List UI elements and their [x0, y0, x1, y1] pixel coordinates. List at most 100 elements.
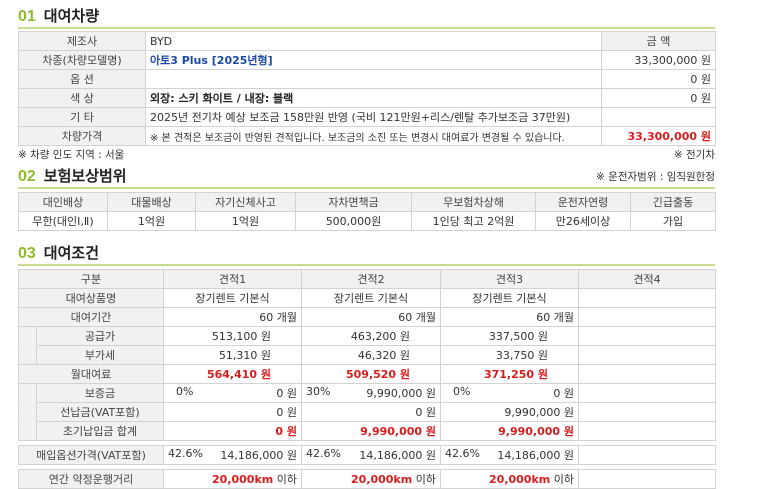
column-header: 대인배상 [18, 192, 108, 212]
deposit-amount: 0 원 [276, 387, 297, 400]
table-row: 옵 션 0 원 [18, 69, 716, 89]
row-label: 대여상품명 [18, 288, 164, 308]
rental-conditions-table: 구분 견적1 견적2 견적3 견적4 대여상품명 장기렌트 기본식 장기렌트 기… [18, 269, 716, 489]
buyout-cell: 42.6% 14,186,000 원 [301, 445, 441, 465]
table-row: 대여기간 60 개월 60 개월 60 개월 [18, 307, 716, 327]
supply-cell: 513,100 원 [163, 326, 302, 346]
table-row: 연간 약정운행거리 20,000km 이하 20,000km 이하 20,000… [18, 469, 716, 489]
amount-cell [601, 107, 716, 127]
monthly-fee-cell: 509,520 원 [301, 364, 441, 384]
row-label: 매입옵션가격(VAT포함) [18, 445, 164, 465]
buyout-cell: 42.6% 14,186,000 원 [440, 445, 579, 465]
insurance-table: 대인배상 대물배상 자기신체사고 자차면책금 무보험차상해 운전자연령 긴급출동… [18, 192, 716, 231]
supply-cell: 337,500 원 [440, 326, 579, 346]
mileage-value: 20,000km [351, 473, 413, 486]
column-header: 구분 [18, 269, 164, 289]
prepay-cell: 9,990,000 원 [440, 402, 579, 422]
column-header: 무보험차상해 [411, 192, 536, 212]
delivery-region-note: ※ 차량 인도 지역 : 서울 [18, 149, 125, 161]
column-header: 운전자연령 [535, 192, 631, 212]
mileage-suffix: 이하 [553, 473, 574, 486]
mileage-value: 20,000km [212, 473, 274, 486]
column-header: 자차면책금 [295, 192, 412, 212]
initial-payment-cell: 0 원 [163, 421, 302, 441]
ev-note: ※ 전기차 [673, 149, 715, 161]
section-number: 02 [18, 168, 36, 185]
monthly-fee-cell [578, 364, 716, 384]
deposit-amount: 9,990,000 원 [366, 387, 436, 400]
buyout-percent: 42.6% [306, 447, 341, 460]
table-row: 기 타 2025년 전기차 예상 보조금 158만원 반영 (국비 121만원+… [18, 107, 716, 127]
indent-cell [18, 402, 37, 422]
mileage-value: 20,000km [489, 473, 551, 486]
vat-cell: 51,310 원 [163, 345, 302, 365]
period-cell: 60 개월 [301, 307, 441, 327]
table-header-row: 대인배상 대물배상 자기신체사고 자차면책금 무보험차상해 운전자연령 긴급출동 [18, 192, 716, 212]
buyout-percent: 42.6% [445, 447, 480, 460]
row-label: 보증금 [36, 383, 164, 403]
product-cell [578, 288, 716, 308]
etc-value: 2025년 전기차 예상 보조금 158만원 반영 (국비 121만원+리스/렌… [145, 107, 602, 127]
section-1-title: 01 대여차량 [18, 4, 99, 26]
label-cell: 차종(차량모델명) [18, 50, 146, 70]
indent-cell [18, 421, 37, 441]
row-label: 연간 약정운행거리 [18, 469, 164, 489]
table-row: 부가세 51,310 원 46,320 원 33,750 원 [18, 345, 716, 365]
section-divider [18, 27, 715, 29]
row-label: 선납금(VAT포함) [36, 402, 164, 422]
table-header-row: 구분 견적1 견적2 견적3 견적4 [18, 269, 716, 289]
table-cell: 만26세이상 [535, 211, 631, 231]
prepay-cell [578, 402, 716, 422]
buyout-amount: 14,186,000 원 [220, 449, 297, 462]
deposit-cell: 0% 0 원 [440, 383, 579, 403]
column-header: 긴급출동 [630, 192, 716, 212]
option-value [145, 69, 602, 89]
section-number: 03 [18, 245, 36, 262]
table-row: 차종(차량모델명) 아토3 Plus [2025년형] 33,300,000 원 [18, 50, 716, 70]
deposit-amount: 0 원 [553, 387, 574, 400]
supply-cell [578, 326, 716, 346]
table-row: 무한(대인Ⅰ,Ⅱ) 1억원 1억원 500,000원 1인당 최고 2억원 만2… [18, 211, 716, 231]
indent-cell [18, 383, 37, 403]
deposit-percent: 30% [306, 385, 331, 398]
section-2-title: 02 보험보상범위 [18, 164, 127, 186]
row-label: 월대여료 [18, 364, 164, 384]
label-cell: 제조사 [18, 31, 146, 51]
label-cell: 차량가격 [18, 126, 146, 146]
table-cell: 1억원 [107, 211, 196, 231]
section-divider [18, 264, 715, 266]
prepay-cell: 0 원 [163, 402, 302, 422]
deposit-percent: 0% [453, 385, 471, 398]
table-row: 공급가 513,100 원 463,200 원 337,500 원 [18, 326, 716, 346]
indent-cell [18, 345, 37, 365]
table-row: 색 상 외장: 스키 화이트 / 내장: 블랙 0 원 [18, 88, 716, 108]
buyout-amount: 14,186,000 원 [497, 449, 574, 462]
period-cell: 60 개월 [440, 307, 579, 327]
manufacturer-value: BYD [145, 31, 602, 51]
mileage-suffix: 이하 [276, 473, 297, 486]
table-row: 월대여료 564,410 원 509,520 원 371,250 원 [18, 364, 716, 384]
table-cell: 1인당 최고 2억원 [411, 211, 536, 231]
amount-cell: 0 원 [601, 69, 716, 89]
table-row: 대여상품명 장기렌트 기본식 장기렌트 기본식 장기렌트 기본식 [18, 288, 716, 308]
quote-header: 견적4 [578, 269, 716, 289]
table-row: 선납금(VAT포함) 0 원 0 원 9,990,000 원 [18, 402, 716, 422]
period-cell: 60 개월 [163, 307, 302, 327]
table-cell: 500,000원 [295, 211, 412, 231]
column-header: 대물배상 [107, 192, 196, 212]
vat-cell: 33,750 원 [440, 345, 579, 365]
table-row: 차량가격 ※ 본 견적은 보조금이 반영된 견적입니다. 보조금의 소진 또는 … [18, 126, 716, 146]
buyout-amount: 14,186,000 원 [359, 449, 436, 462]
buyout-percent: 42.6% [168, 447, 203, 460]
initial-payment-cell: 9,990,000 원 [440, 421, 579, 441]
monthly-fee-cell: 564,410 원 [163, 364, 302, 384]
buyout-cell [578, 445, 716, 465]
amount-header: 금 액 [601, 31, 716, 51]
buyout-cell: 42.6% 14,186,000 원 [163, 445, 302, 465]
section-divider [18, 187, 715, 189]
label-cell: 기 타 [18, 107, 146, 127]
mileage-cell: 20,000km 이하 [301, 469, 441, 489]
table-cell: 가입 [630, 211, 716, 231]
table-row: 초기납입금 합계 0 원 9,990,000 원 9,990,000 원 [18, 421, 716, 441]
section-number: 01 [18, 8, 36, 25]
